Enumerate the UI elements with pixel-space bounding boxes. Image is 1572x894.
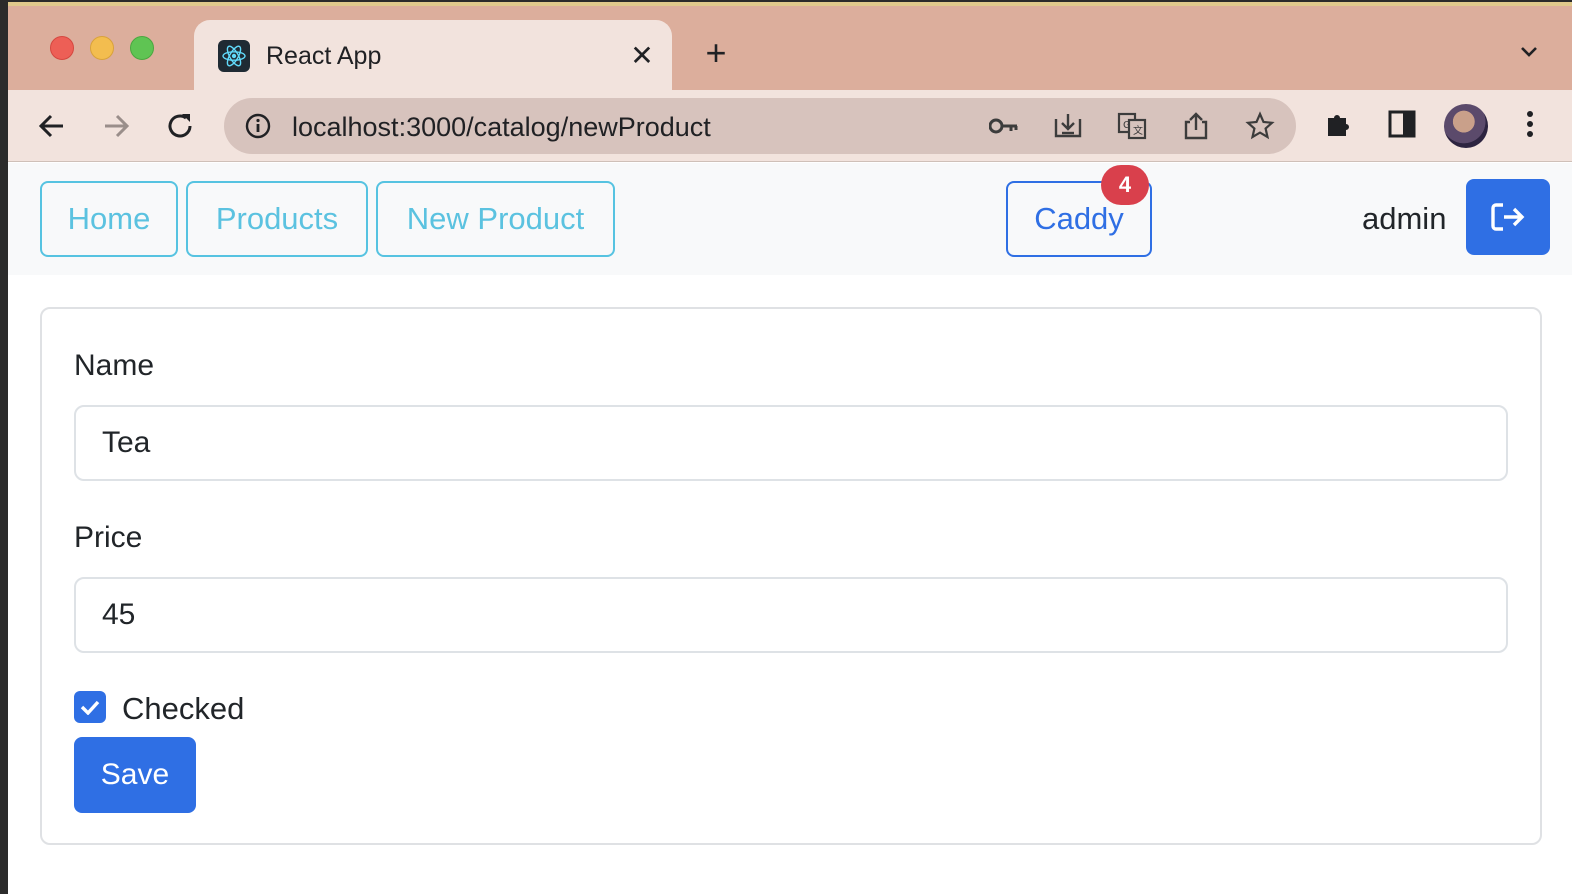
price-input[interactable] [74, 577, 1508, 653]
react-logo-icon [218, 40, 250, 72]
share-icon[interactable] [1180, 110, 1212, 142]
svg-text:文: 文 [1133, 124, 1143, 137]
page-content: Home Products New Product Caddy 4 admin … [8, 163, 1572, 894]
address-bar[interactable]: localhost:3000/catalog/newProduct G文 [224, 98, 1296, 154]
nav-new-product-button[interactable]: New Product [376, 181, 615, 257]
profile-avatar[interactable] [1444, 104, 1488, 148]
nav-products-button[interactable]: Products [186, 181, 368, 257]
logout-button[interactable] [1466, 179, 1550, 255]
username-label: admin [1362, 201, 1447, 236]
checkbox-label[interactable]: Checked [122, 691, 244, 727]
price-label: Price [74, 521, 143, 554]
close-tab-icon[interactable]: ✕ [626, 40, 658, 72]
reload-icon[interactable] [158, 104, 202, 148]
extensions-icon[interactable] [1320, 106, 1356, 142]
product-form-card: Name Price Checked Save [40, 307, 1542, 845]
browser-toolbar: localhost:3000/catalog/newProduct G文 [8, 90, 1572, 162]
side-panel-icon[interactable] [1384, 106, 1420, 142]
checked-checkbox[interactable] [74, 691, 106, 723]
url-text[interactable]: localhost:3000/catalog/newProduct [292, 112, 711, 143]
back-arrow-icon[interactable] [30, 104, 74, 148]
translate-icon[interactable]: G文 [1116, 110, 1148, 142]
new-tab-button[interactable]: + [698, 35, 734, 72]
tab-strip: React App ✕ + [8, 6, 1572, 90]
install-icon[interactable] [1052, 110, 1084, 142]
save-button[interactable]: Save [74, 737, 196, 813]
name-input[interactable] [74, 405, 1508, 481]
checkmark-icon [80, 700, 100, 715]
minimize-window-button[interactable] [90, 36, 114, 60]
maximize-window-button[interactable] [130, 36, 154, 60]
logout-icon [1491, 203, 1525, 231]
tab-title: React App [266, 42, 382, 70]
key-icon[interactable] [988, 110, 1020, 142]
browser-tab[interactable]: React App ✕ [194, 20, 672, 90]
app-navbar: Home Products New Product Caddy 4 admin [8, 163, 1572, 275]
cart-count-badge: 4 [1101, 165, 1149, 205]
name-label: Name [74, 349, 155, 382]
more-vertical-icon[interactable] [1512, 106, 1548, 142]
forward-arrow-icon[interactable] [94, 104, 138, 148]
nav-home-button[interactable]: Home [40, 181, 178, 257]
svg-text:G: G [1123, 120, 1131, 131]
info-icon[interactable] [244, 112, 272, 140]
close-window-button[interactable] [50, 36, 74, 60]
chevron-down-icon[interactable] [1514, 40, 1544, 70]
star-icon[interactable] [1244, 110, 1276, 142]
browser-window: React App ✕ + localhost:3000/catalog/new… [8, 2, 1572, 894]
